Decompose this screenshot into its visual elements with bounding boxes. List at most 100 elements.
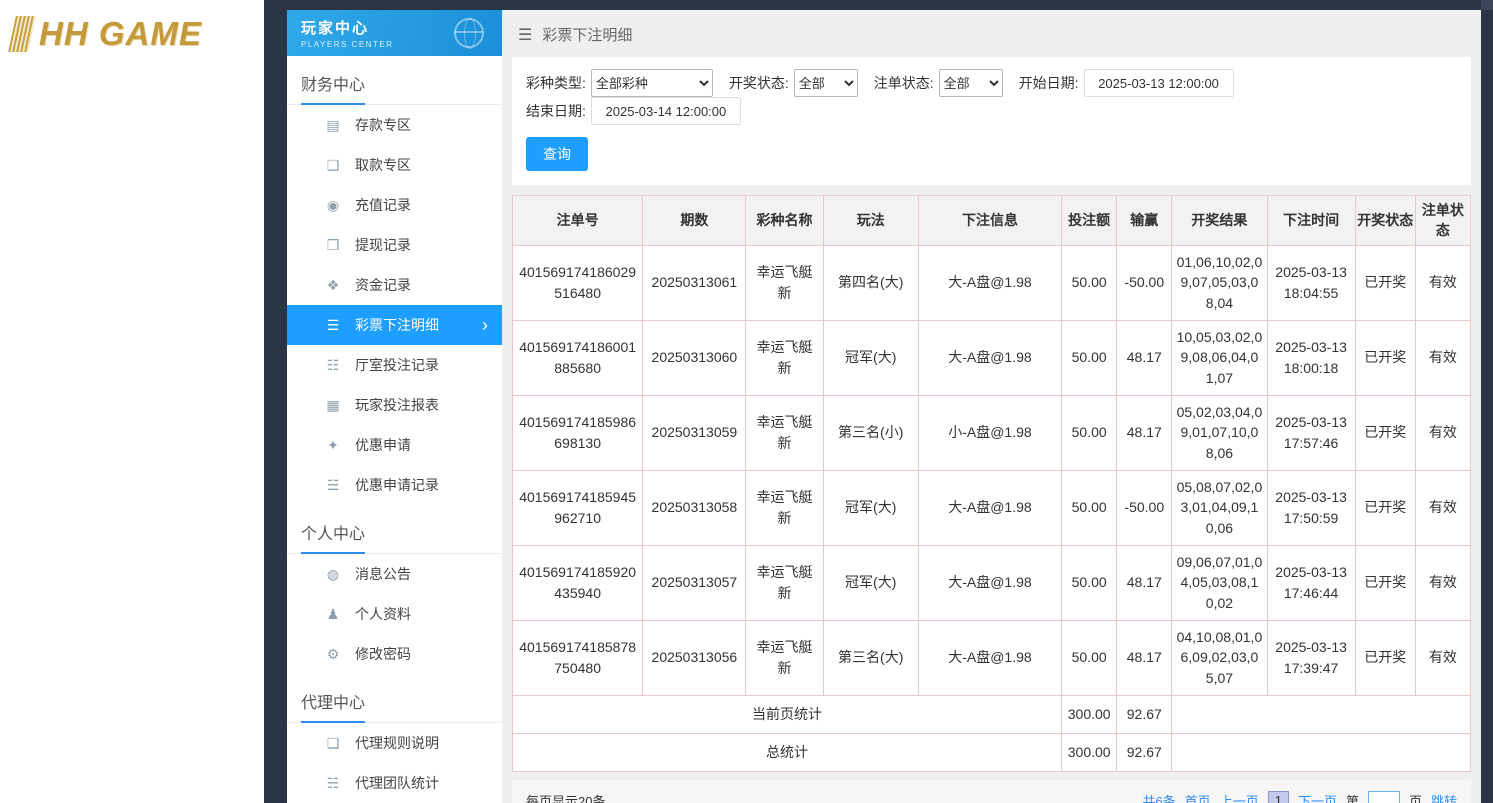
sidebar-item-change-password[interactable]: ⚙ 修改密码 <box>287 634 502 674</box>
cell-order-id: 401569174185945962710 <box>513 470 643 545</box>
page-summary-amount: 300.00 <box>1062 695 1117 733</box>
button-row: 查询 <box>526 137 1457 171</box>
col-header-bet-time: 下注时间 <box>1267 196 1355 246</box>
cell-win-loss: 48.17 <box>1117 545 1172 620</box>
cell-period: 20250313061 <box>643 245 746 320</box>
cell-draw-status: 已开奖 <box>1355 245 1415 320</box>
page-summary-spacer <box>1172 695 1471 733</box>
first-page-link[interactable]: 首页 <box>1185 791 1211 803</box>
cell-bet-info: 大-A盘@1.98 <box>918 470 1061 545</box>
sidebar-item-label: 资金记录 <box>355 275 411 295</box>
cell-bet-time: 2025-03-13 18:00:18 <box>1267 320 1355 395</box>
col-header-amount: 投注额 <box>1062 196 1117 246</box>
col-header-result: 开奖结果 <box>1172 196 1267 246</box>
table-row: 401569174185878750480 20250313056 幸运飞艇新 … <box>513 620 1471 695</box>
cell-result: 10,05,03,02,09,08,06,04,01,07 <box>1172 320 1267 395</box>
next-page-link[interactable]: 下一页 <box>1298 791 1337 803</box>
cell-bet-time: 2025-03-13 18:04:55 <box>1267 245 1355 320</box>
draw-status-select[interactable]: 全部 <box>794 69 858 97</box>
total-summary-label: 总统计 <box>513 733 1062 771</box>
sidebar-item-hall-bet-record[interactable]: ☷ 厅室投注记录 <box>287 345 502 385</box>
jump-button[interactable]: 跳转 <box>1431 791 1457 803</box>
sidebar-item-player-bet-report[interactable]: ▦ 玩家投注报表 <box>287 385 502 425</box>
cell-period: 20250313056 <box>643 620 746 695</box>
col-header-play: 玩法 <box>823 196 918 246</box>
table-row: 401569174185945962710 20250313058 幸运飞艇新 … <box>513 470 1471 545</box>
cell-win-loss: 48.17 <box>1117 320 1172 395</box>
start-date-input[interactable] <box>1084 69 1234 97</box>
cell-lottery: 幸运飞艇新 <box>746 470 823 545</box>
sidebar-item-recharge-record[interactable]: ◉ 充值记录 <box>287 185 502 225</box>
sidebar-item-withdrawal-record[interactable]: ❒ 提现记录 <box>287 225 502 265</box>
col-header-draw-status: 开奖状态 <box>1355 196 1415 246</box>
sidebar-item-deposit[interactable]: ▤ 存款专区 <box>287 105 502 145</box>
table-row: 401569174186029516480 20250313061 幸运飞艇新 … <box>513 245 1471 320</box>
section-title-personal: 个人中心 <box>287 505 502 554</box>
sidebar-item-lottery-bet-detail[interactable]: ☰ 彩票下注明细 › <box>287 305 502 345</box>
order-status-select[interactable]: 全部 <box>939 69 1003 97</box>
table-header-row: 注单号 期数 彩种名称 玩法 下注信息 投注额 输赢 开奖结果 下注时间 开奖状… <box>513 196 1471 246</box>
col-header-period: 期数 <box>643 196 746 246</box>
cell-bet-info: 大-A盘@1.98 <box>918 320 1061 395</box>
section-title-agent: 代理中心 <box>287 674 502 723</box>
filter-panel: 彩种类型: 全部彩种 开奖状态: 全部 注单状态: 全部 <box>512 57 1471 185</box>
end-date-input[interactable] <box>591 97 741 125</box>
sidebar-item-label: 充值记录 <box>355 195 411 215</box>
bet-table-panel: 注单号 期数 彩种名称 玩法 下注信息 投注额 输赢 开奖结果 下注时间 开奖状… <box>512 195 1471 772</box>
page: HH GAME 玩家中心 PLAYERS CENTER 财务中心 ▤ 存款专区 … <box>0 0 1493 803</box>
sidebar-item-agent-rules[interactable]: ❏ 代理规则说明 <box>287 723 502 763</box>
search-button[interactable]: 查询 <box>526 137 588 171</box>
section-title-finance: 财务中心 <box>287 56 502 105</box>
prev-page-link[interactable]: 上一页 <box>1220 791 1259 803</box>
sidebar-item-notice[interactable]: ◍ 消息公告 <box>287 554 502 594</box>
cell-bet-info: 大-A盘@1.98 <box>918 545 1061 620</box>
sidebar-item-promo-apply[interactable]: ✦ 优惠申请 <box>287 425 502 465</box>
cell-amount: 50.00 <box>1062 620 1117 695</box>
page-jump-input[interactable] <box>1368 791 1400 803</box>
sidebar-item-label: 优惠申请 <box>355 435 411 455</box>
cell-period: 20250313058 <box>643 470 746 545</box>
jump-prefix-text: 第 <box>1346 791 1359 803</box>
sidebar-item-label: 代理规则说明 <box>355 733 439 753</box>
total-summary-row: 总统计 300.00 92.67 <box>513 733 1471 771</box>
pagination-bar: 每页显示20条 共6条 首页 上一页 1 下一页 第 页 跳转 <box>512 780 1471 803</box>
user-icon: ♟ <box>323 606 343 623</box>
scrollbar-track[interactable] <box>1481 0 1493 10</box>
sidebar-item-withdraw[interactable]: ❑ 取款专区 <box>287 145 502 185</box>
col-header-lottery: 彩种名称 <box>746 196 823 246</box>
chevron-right-icon: › <box>482 316 488 334</box>
gear-icon: ⚙ <box>323 646 343 663</box>
col-header-bet-info: 下注信息 <box>918 196 1061 246</box>
cell-order-id: 401569174185986698130 <box>513 395 643 470</box>
cell-bet-info: 小-A盘@1.98 <box>918 395 1061 470</box>
sidebar-item-label: 取款专区 <box>355 155 411 175</box>
sidebar-item-label: 存款专区 <box>355 115 411 135</box>
current-page-button[interactable]: 1 <box>1268 791 1289 803</box>
total-summary-spacer <box>1172 733 1471 771</box>
cell-bet-info: 大-A盘@1.98 <box>918 620 1061 695</box>
draw-status-label: 开奖状态: <box>729 73 789 93</box>
cell-lottery: 幸运飞艇新 <box>746 245 823 320</box>
sidebar-item-promo-apply-record[interactable]: ☱ 优惠申请记录 <box>287 465 502 505</box>
cell-play: 第四名(大) <box>823 245 918 320</box>
cell-order-status: 有效 <box>1415 320 1470 395</box>
end-date-label: 结束日期: <box>526 101 586 121</box>
lottery-type-label: 彩种类型: <box>526 73 586 93</box>
sidebar-item-label: 厅室投注记录 <box>355 355 439 375</box>
cell-bet-time: 2025-03-13 17:39:47 <box>1267 620 1355 695</box>
start-date-label: 开始日期: <box>1019 73 1079 93</box>
deposit-icon: ▤ <box>323 117 343 134</box>
total-summary-amount: 300.00 <box>1062 733 1117 771</box>
cell-play: 冠军(大) <box>823 320 918 395</box>
cell-order-id: 401569174186029516480 <box>513 245 643 320</box>
sidebar-item-agent-team-stats[interactable]: ☵ 代理团队统计 <box>287 763 502 803</box>
lottery-type-select[interactable]: 全部彩种 <box>591 69 713 97</box>
cell-order-status: 有效 <box>1415 245 1470 320</box>
order-status-label: 注单状态: <box>874 73 934 93</box>
cell-win-loss: 48.17 <box>1117 620 1172 695</box>
cell-bet-info: 大-A盘@1.98 <box>918 245 1061 320</box>
menu-toggle-icon[interactable]: ☰ <box>518 25 532 45</box>
sidebar-item-profile[interactable]: ♟ 个人资料 <box>287 594 502 634</box>
sidebar-item-funds-record[interactable]: ❖ 资金记录 <box>287 265 502 305</box>
cell-amount: 50.00 <box>1062 545 1117 620</box>
